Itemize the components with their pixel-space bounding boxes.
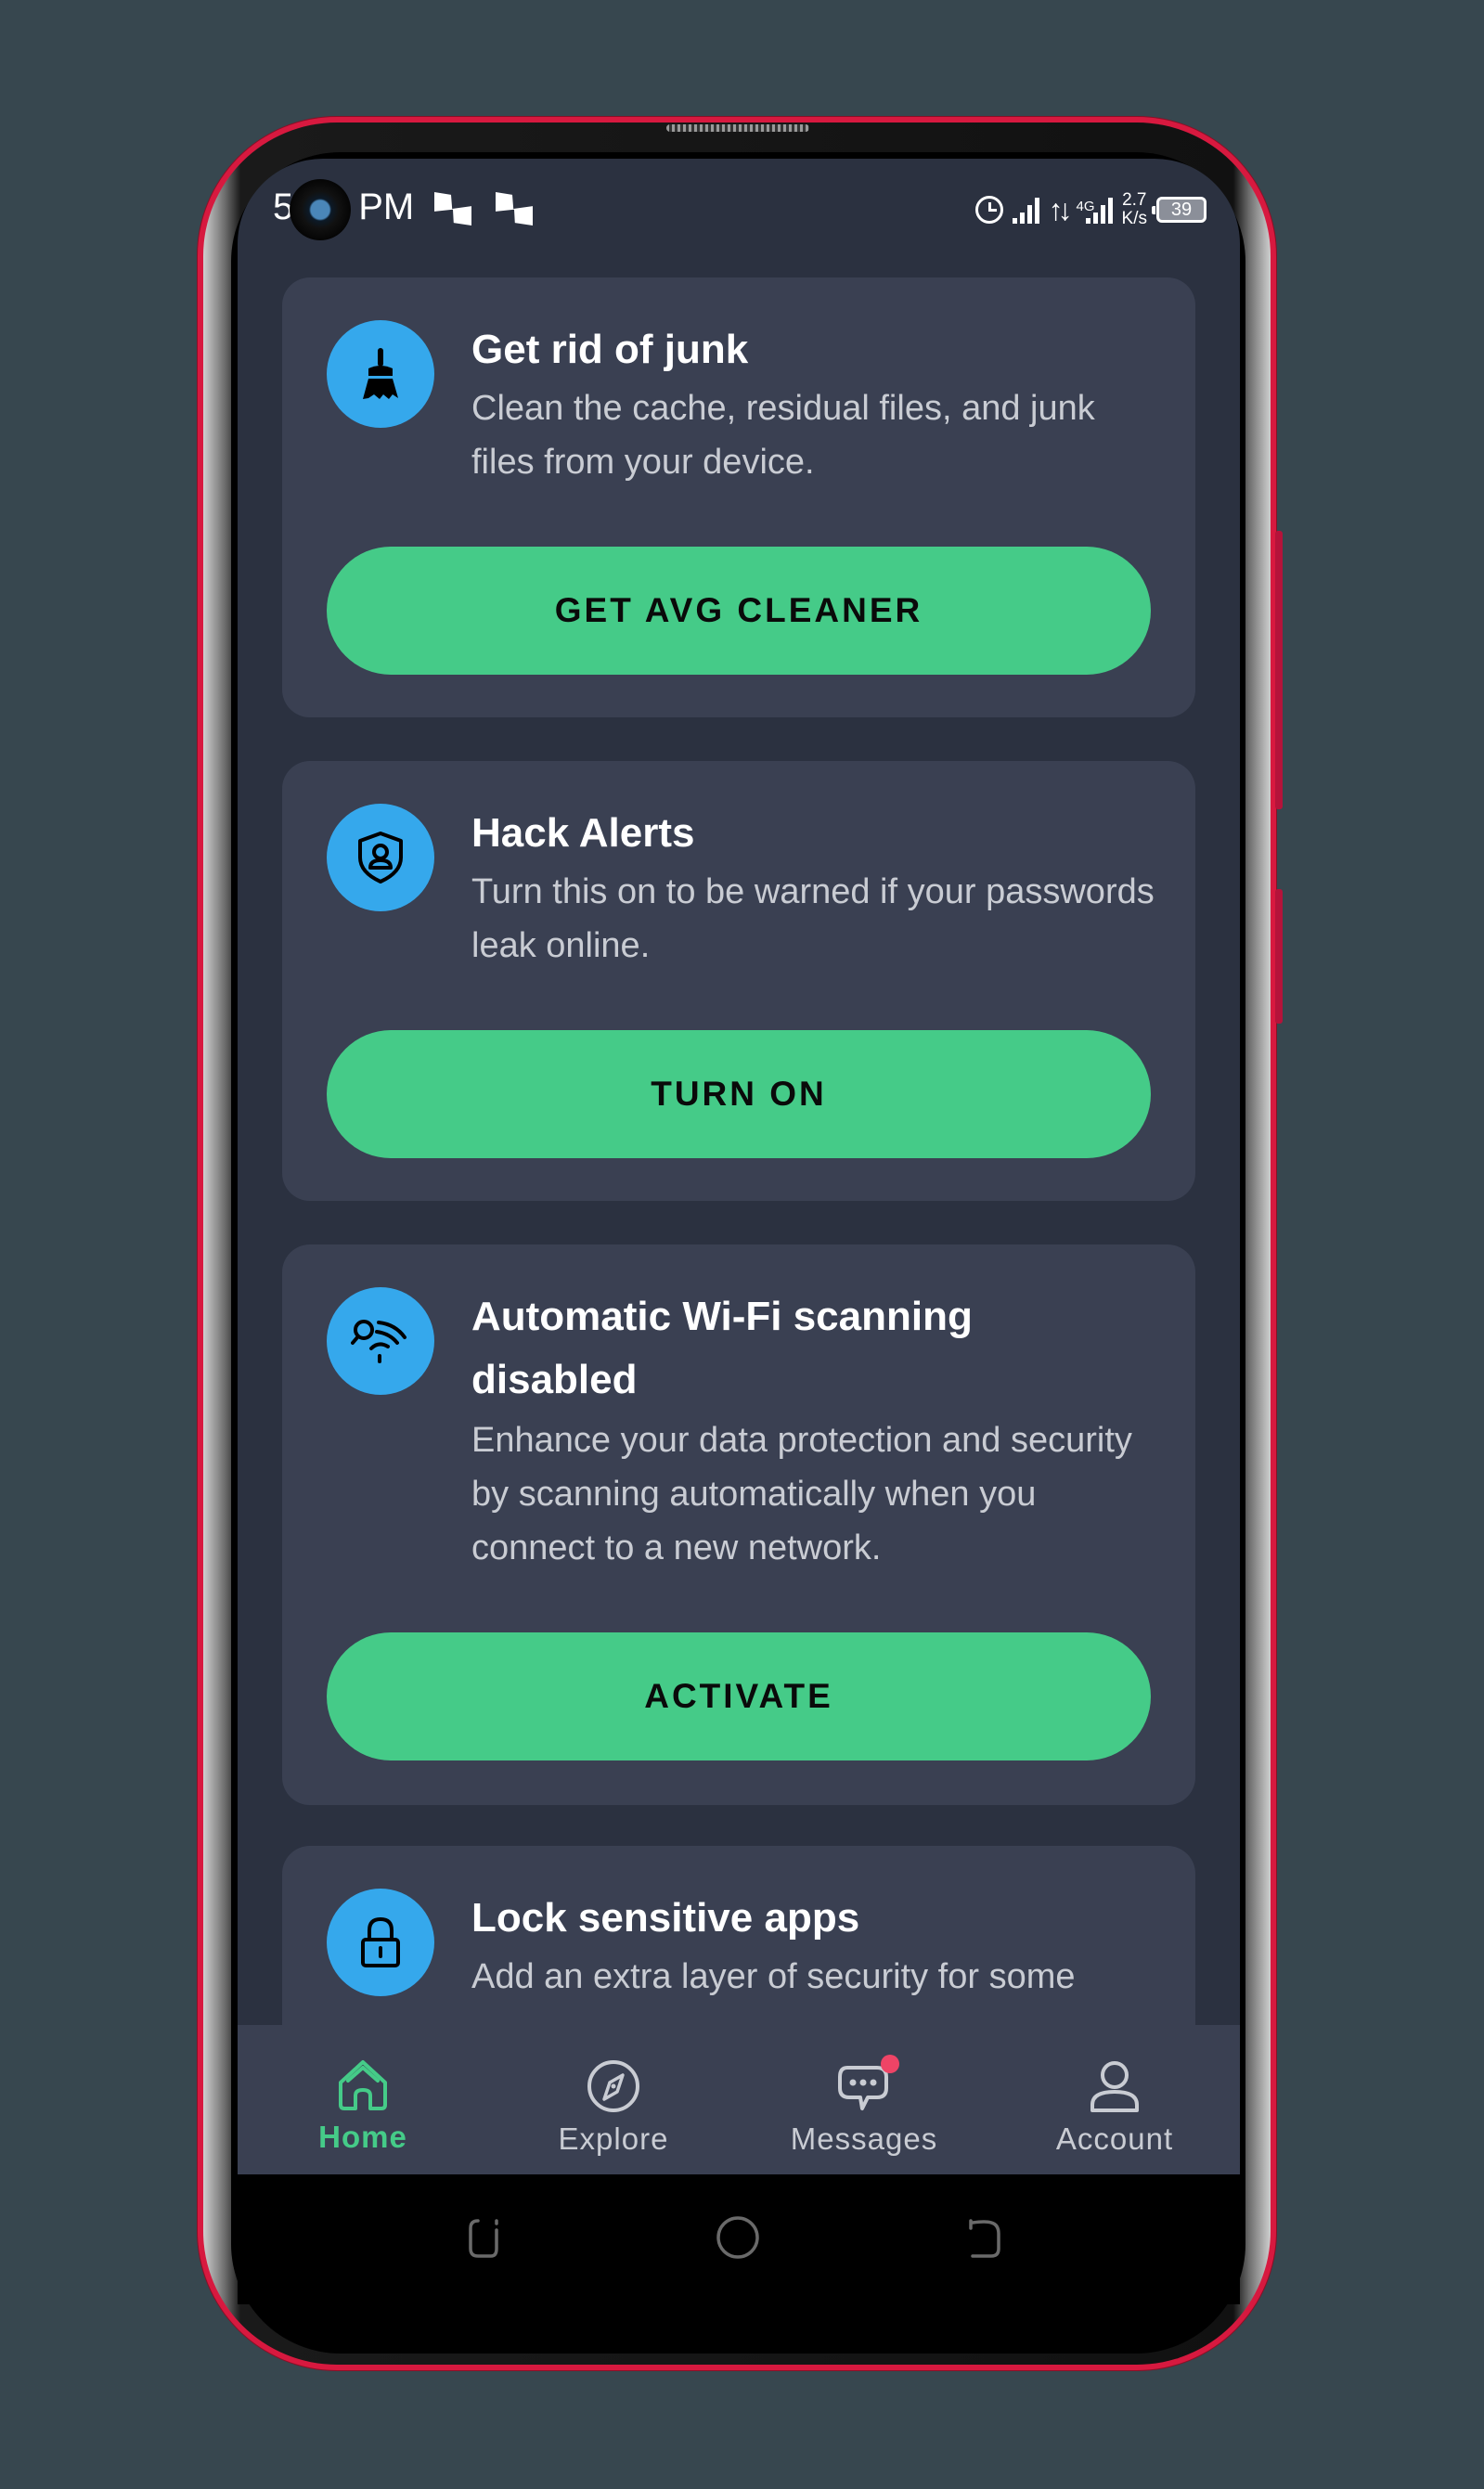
card-junk-cleaner: Get rid of junk Clean the cache, residua…: [282, 277, 1195, 717]
recent-apps-icon[interactable]: [467, 2215, 504, 2260]
network-speed-value: 2.7: [1122, 190, 1147, 210]
nav-item-home[interactable]: Home: [238, 2025, 488, 2174]
compass-icon: [587, 2060, 639, 2112]
broom-icon: [327, 320, 434, 428]
card-description: Add an extra layer of security for some: [471, 1957, 1076, 1996]
activate-button[interactable]: ACTIVATE: [327, 1632, 1151, 1760]
nav-label: Explore: [558, 2121, 669, 2156]
nav-item-messages[interactable]: Messages: [739, 2025, 989, 2174]
home-system-icon[interactable]: [715, 2215, 761, 2260]
data-transfer-icon: ↑↓: [1048, 192, 1073, 226]
nav-item-explore[interactable]: Explore: [488, 2025, 739, 2174]
card-title: Automatic Wi-Fi scanning disabled: [471, 1294, 973, 1402]
bottom-navigation: Home Explore Messages Account: [238, 2025, 1240, 2174]
notification-icon: [496, 192, 533, 226]
card-title: Lock sensitive apps: [471, 1895, 860, 1941]
back-icon[interactable]: [967, 2215, 1004, 2260]
nav-label: Account: [1055, 2121, 1174, 2156]
signal-icon: [1012, 196, 1039, 224]
earpiece-speaker: [666, 124, 809, 132]
network-speed-unit: K/s: [1121, 209, 1147, 228]
battery-icon: 39: [1152, 197, 1207, 223]
network-speed: 2.7 K/s: [1122, 191, 1147, 228]
get-avg-cleaner-button[interactable]: GET AVG CLEANER: [327, 547, 1151, 675]
power-button: [1275, 889, 1283, 1024]
card-hack-alerts: Hack Alerts Turn this on to be warned if…: [282, 761, 1195, 1201]
volume-button: [1275, 531, 1283, 809]
front-camera: [290, 179, 351, 240]
lock-icon: [327, 1889, 434, 1996]
status-bar: 5 PM ↑↓ 4G 2.7 K/s 39: [238, 159, 1240, 261]
status-time-suffix: PM: [358, 187, 415, 227]
nav-label: Messages: [790, 2121, 938, 2156]
nav-item-account[interactable]: Account: [989, 2025, 1240, 2174]
card-description: Turn this on to be warned if your passwo…: [471, 872, 1155, 965]
network-type: 4G: [1076, 199, 1095, 214]
card-description: Enhance your data protection and securit…: [471, 1421, 1132, 1567]
messages-icon: [836, 2055, 899, 2114]
signal-4g-icon: 4G: [1077, 196, 1113, 224]
turn-on-button[interactable]: TURN ON: [327, 1030, 1151, 1158]
wifi-scan-icon: [327, 1287, 434, 1395]
alarm-icon: [974, 196, 1003, 224]
app-screen: 5 PM ↑↓ 4G 2.7 K/s 39 Get rid of junk Cl…: [238, 159, 1240, 2174]
notification-badge: [881, 2055, 899, 2073]
status-icons: ↑↓ 4G 2.7 K/s 39: [974, 187, 1207, 233]
shield-user-icon: [327, 804, 434, 911]
battery-level: 39: [1170, 199, 1193, 220]
notification-icon: [434, 192, 471, 226]
card-description: Clean the cache, residual files, and jun…: [471, 389, 1095, 482]
card-wifi-scanning: Automatic Wi-Fi scanning disabled Enhanc…: [282, 1244, 1195, 1805]
card-title: Get rid of junk: [471, 327, 749, 372]
system-navigation-bar: [238, 2174, 1240, 2304]
card-title: Hack Alerts: [471, 810, 695, 856]
home-icon: [339, 2060, 387, 2110]
account-icon: [1090, 2061, 1139, 2112]
nav-label: Home: [318, 2120, 407, 2154]
